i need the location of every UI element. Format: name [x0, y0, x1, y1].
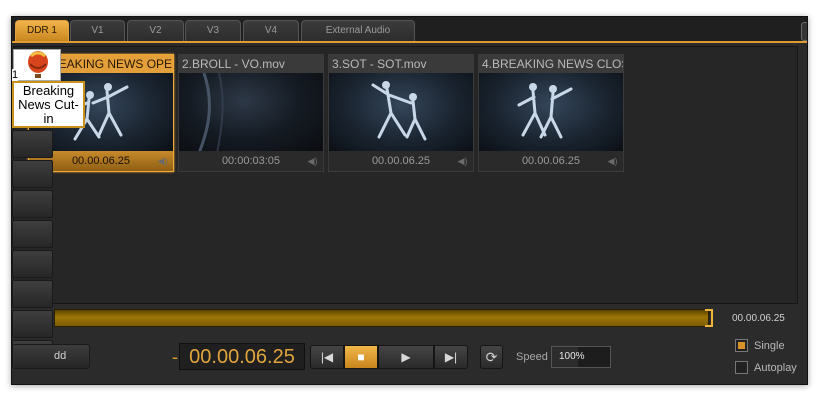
clip-duration: 00.00.06.25 ◀)	[329, 151, 473, 171]
clip-item[interactable]: 4.BREAKING NEWS CLOSE 00.00.06.25 ◀)	[478, 54, 624, 172]
checkbox-fill	[738, 342, 745, 349]
clip-duration-text: 00.00.06.25	[521, 155, 581, 167]
tab-v1[interactable]: V1	[70, 20, 125, 41]
side-button[interactable]	[12, 250, 53, 278]
side-button[interactable]	[12, 160, 53, 188]
single-label: Single	[754, 340, 785, 352]
play-button[interactable]: ▶	[378, 345, 434, 369]
loop-button[interactable]: ⟳	[480, 345, 503, 369]
overlay-number: 1	[12, 69, 19, 81]
scrub-duration: 00.00.06.25	[732, 313, 785, 324]
speed-input[interactable]: 100%	[551, 346, 611, 368]
speed-value: 100%	[559, 351, 585, 362]
clip-title: 4.BREAKING NEWS CLOSE	[479, 55, 623, 73]
clip-duration: 00.00.06.25 ◀)	[479, 151, 623, 171]
timecode-prefix: -	[172, 347, 178, 367]
side-button-stack	[12, 130, 53, 370]
previous-button[interactable]: |◀	[310, 345, 344, 369]
drag-overlay-card[interactable]: 1 Breaking News Cut-in	[12, 49, 85, 129]
overlay-label: Breaking News Cut-in	[12, 81, 85, 128]
skip-back-icon: |◀	[320, 350, 334, 364]
speed-label: Speed	[516, 351, 548, 363]
transport-controls: |◀ ■ ▶ ▶|	[310, 345, 468, 369]
side-button[interactable]	[12, 220, 53, 248]
clip-list-panel: 1.BREAKING NEWS OPEN 00.00.06.25 ◀) 2.BR…	[13, 46, 798, 304]
tab-v2[interactable]: V2	[127, 20, 184, 41]
loop-icon: ⟳	[485, 349, 498, 365]
clip-thumbnail	[329, 73, 473, 153]
play-icon: ▶	[401, 350, 411, 364]
panel-corner-button[interactable]	[801, 22, 807, 41]
tab-v4[interactable]: V4	[243, 20, 299, 41]
side-button[interactable]	[12, 280, 53, 308]
clip-duration-text: 00.00.06.25	[371, 155, 431, 167]
speaker-icon[interactable]: ◀)	[607, 156, 618, 166]
balloon-icon	[13, 49, 61, 81]
speaker-icon[interactable]: ◀)	[307, 156, 318, 166]
tab-underline	[12, 41, 807, 43]
clip-item[interactable]: 2.BROLL - VO.mov 00:00:03:05 ◀)	[178, 54, 324, 172]
side-button[interactable]	[12, 190, 53, 218]
clip-item[interactable]: 3.SOT - SOT.mov 00.00.06.25 ◀)	[328, 54, 474, 172]
speaker-icon[interactable]: ◀)	[157, 156, 168, 166]
clip-thumbnail	[479, 73, 623, 153]
single-checkbox[interactable]	[735, 339, 748, 352]
clip-duration-text: 00.00.06.25	[71, 155, 131, 167]
stop-icon: ■	[357, 350, 365, 364]
scrub-bar[interactable]	[54, 309, 709, 327]
scrub-end-handle[interactable]	[705, 309, 713, 327]
side-button[interactable]	[12, 130, 53, 158]
autoplay-label: Autoplay	[754, 362, 797, 374]
tab-external-audio[interactable]: External Audio	[301, 20, 415, 41]
broll-image	[197, 73, 224, 153]
dancers-image	[371, 81, 427, 141]
clip-duration-text: 00:00:03:05	[221, 155, 281, 167]
dancers-image	[517, 83, 573, 139]
side-button[interactable]	[12, 310, 53, 338]
tab-v3[interactable]: V3	[185, 20, 241, 41]
clip-title: 2.BROLL - VO.mov	[179, 55, 323, 73]
add-button[interactable]: dd	[12, 344, 90, 369]
speaker-icon[interactable]: ◀)	[457, 156, 468, 166]
stop-button[interactable]: ■	[344, 345, 378, 369]
ddr-window: DDR 1 V1 V2 V3 V4 External Audio 1.BREAK…	[11, 16, 808, 385]
skip-forward-icon: ▶|	[444, 350, 458, 364]
clip-title: 3.SOT - SOT.mov	[329, 55, 473, 73]
next-button[interactable]: ▶|	[434, 345, 468, 369]
tab-ddr-1[interactable]: DDR 1	[15, 20, 69, 41]
clip-thumbnail	[179, 73, 323, 153]
autoplay-checkbox[interactable]	[735, 361, 748, 374]
clip-duration: 00:00:03:05 ◀)	[179, 151, 323, 171]
timecode-display: 00.00.06.25	[179, 343, 305, 370]
tab-bar: DDR 1 V1 V2 V3 V4 External Audio	[12, 17, 807, 43]
